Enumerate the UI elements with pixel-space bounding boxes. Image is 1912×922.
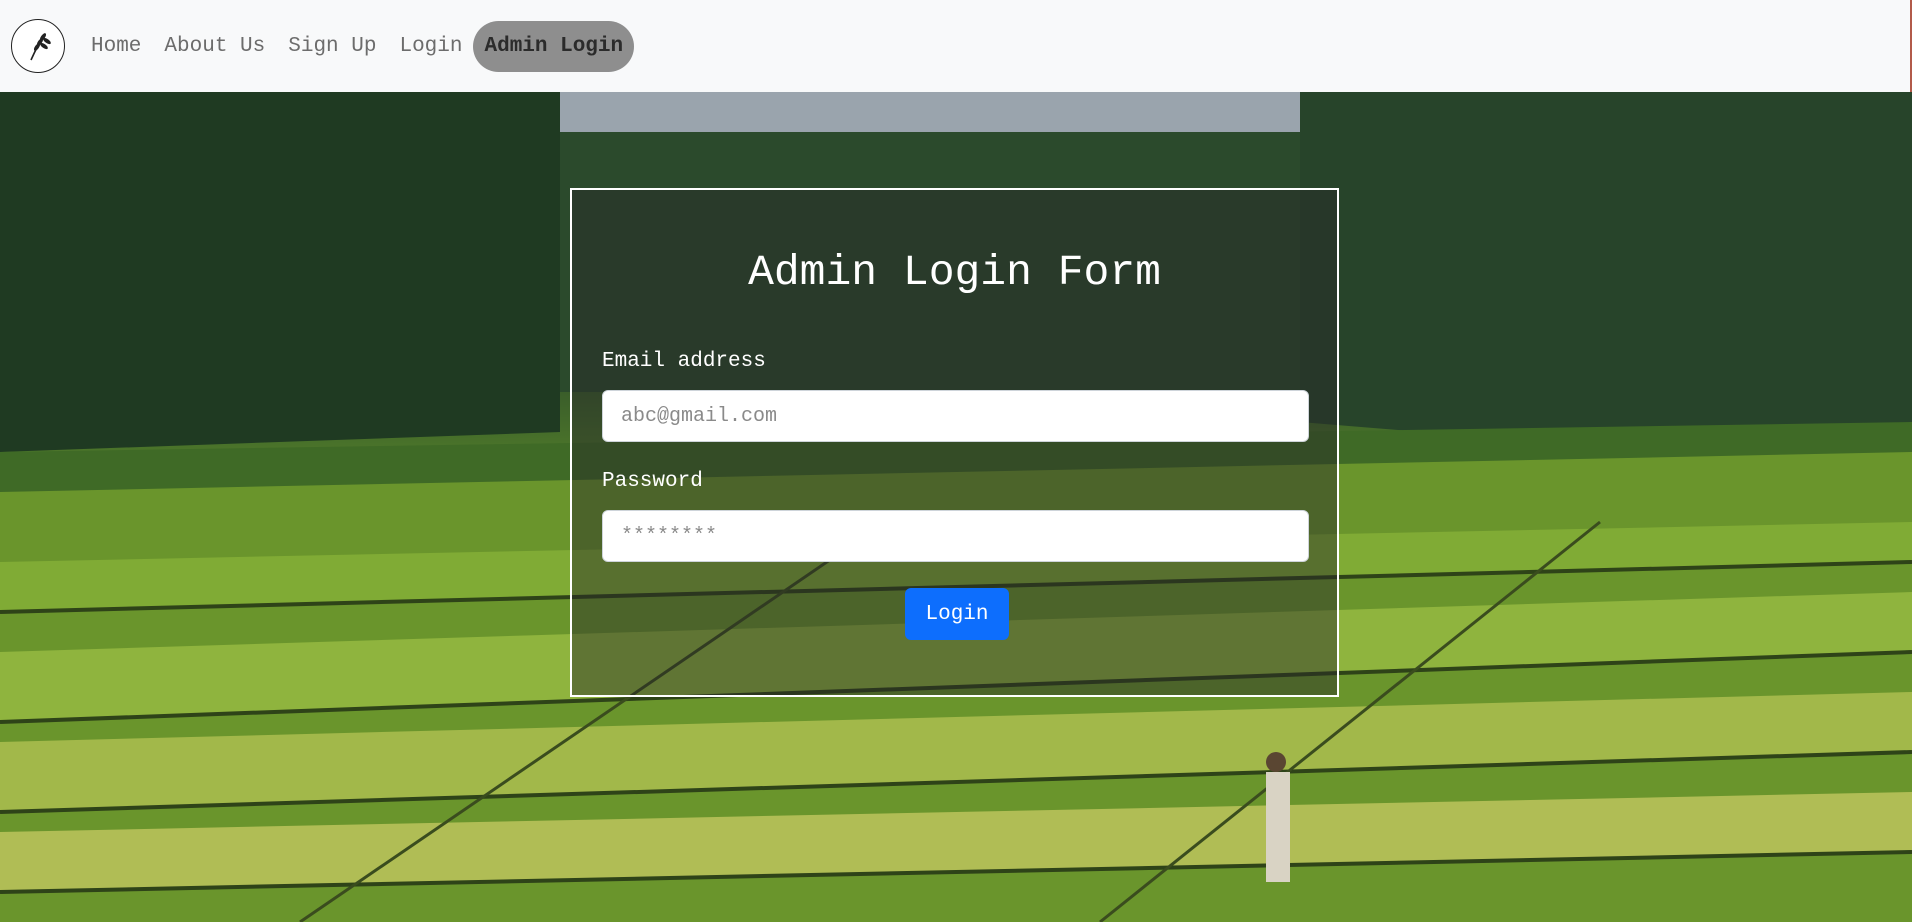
logo[interactable]: [11, 19, 65, 73]
password-label: Password: [602, 470, 703, 493]
form-title: Admin Login Form: [748, 248, 1161, 297]
email-label: Email address: [602, 350, 766, 373]
nav-link-sign-up[interactable]: Sign Up: [288, 35, 376, 58]
nav-link-home[interactable]: Home: [91, 35, 141, 58]
nav-link-admin-login[interactable]: Admin Login: [473, 20, 635, 72]
wheat-icon: [30, 33, 51, 61]
nav-link-about-us[interactable]: About Us: [164, 35, 265, 58]
nav-link-login[interactable]: Login: [399, 35, 462, 58]
email-input[interactable]: [602, 390, 1309, 442]
admin-login-card: Admin Login Form Email address Password …: [570, 188, 1339, 697]
password-input[interactable]: [602, 510, 1309, 562]
navbar: Home About Us Sign Up Login Admin Login: [0, 0, 1912, 92]
login-button[interactable]: Login: [905, 588, 1009, 640]
